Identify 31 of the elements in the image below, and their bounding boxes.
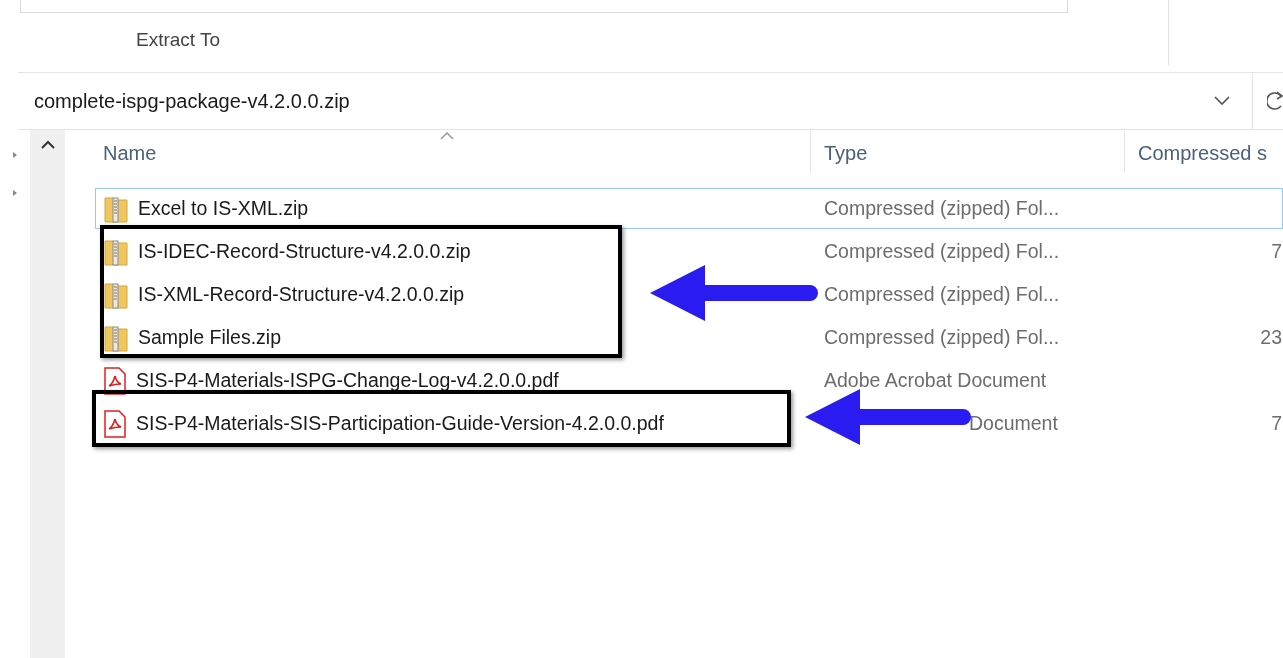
zip-folder-icon bbox=[104, 194, 128, 223]
file-size: 23 bbox=[1259, 326, 1282, 349]
file-type: Compressed (zipped) Fol... bbox=[823, 283, 1061, 306]
file-name: Excel to IS-XML.zip bbox=[138, 197, 309, 220]
file-name: SIS-P4-Materials-SIS-Participation-Guide-Version-4.2.0.0.pdf bbox=[136, 412, 664, 435]
column-header[interactable]: Name bbox=[95, 130, 810, 172]
file-type: Compressed (zipped) Fol... bbox=[823, 240, 1061, 263]
file-size: 7 bbox=[1270, 412, 1282, 435]
file-size: 7 bbox=[1270, 240, 1282, 263]
expand-chevron-icon[interactable] bbox=[13, 190, 17, 196]
scroll-up-icon[interactable] bbox=[40, 140, 55, 149]
sort-ascending-icon bbox=[440, 132, 454, 140]
zip-folder-icon bbox=[104, 323, 128, 352]
file-name: SIS-P4-Materials-ISPG-Change-Log-v4.2.0.0.pdf bbox=[136, 369, 559, 392]
column-header[interactable]: Type bbox=[810, 130, 1124, 172]
file-type: Document bbox=[968, 412, 1059, 435]
dropdown-chevron-icon[interactable] bbox=[1214, 96, 1230, 106]
zip-folder-icon bbox=[104, 280, 128, 309]
zip-folder-icon bbox=[104, 237, 128, 266]
ribbon-group-label: Extract To bbox=[136, 29, 222, 51]
file-name: IS-XML-Record-Structure-v4.2.0.0.zip bbox=[138, 283, 465, 306]
file-name: Sample Files.zip bbox=[138, 326, 282, 349]
pdf-file-icon bbox=[104, 409, 126, 438]
file-type: Adobe Acrobat Document bbox=[823, 369, 1048, 392]
file-type: Compressed (zipped) Fol... bbox=[823, 326, 1061, 349]
expand-chevron-icon[interactable] bbox=[13, 152, 17, 158]
refresh-icon[interactable] bbox=[1267, 90, 1283, 112]
file-type: Compressed (zipped) Fol... bbox=[823, 197, 1061, 220]
column-header[interactable]: Compressed s bbox=[1124, 130, 1283, 172]
file-name: IS-IDEC-Record-Structure-v4.2.0.0.zip bbox=[138, 240, 471, 263]
address-bar[interactable]: complete-ispg-package-v4.2.0.0.zip bbox=[18, 89, 1214, 113]
